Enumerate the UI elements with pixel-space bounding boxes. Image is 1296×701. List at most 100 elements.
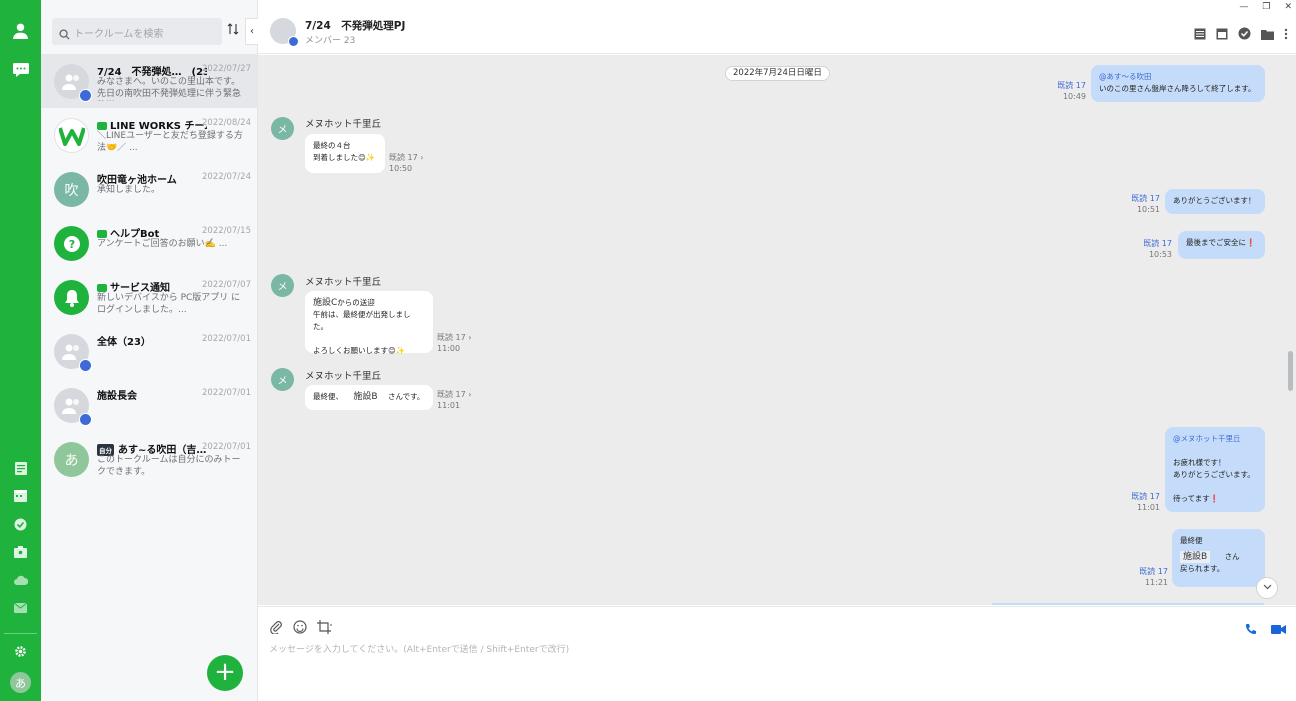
my-message-bubble[interactable] xyxy=(991,603,1265,605)
task-icon[interactable] xyxy=(1238,25,1251,44)
group-badge-icon xyxy=(79,359,92,372)
mail-icon[interactable] xyxy=(0,600,41,616)
member-count[interactable]: メンバー 23 xyxy=(305,33,355,46)
sort-icon[interactable] xyxy=(227,23,239,38)
chat-header: 7/24 不発弾処理PJ メンバー 23 — ❐ ✕ xyxy=(258,0,1296,54)
person-icon[interactable] xyxy=(0,20,41,40)
read-receipt[interactable]: 既読 17 xyxy=(1130,566,1168,577)
header-toolbar xyxy=(1194,25,1288,44)
room-item[interactable]: 7/24 不発弾処… (23) 2022/07/27 みなさまへ。いのこの里山本… xyxy=(41,54,257,108)
sender-avatar[interactable]: メ xyxy=(271,117,294,140)
room-date: 2022/07/01 xyxy=(202,442,251,452)
my-avatar[interactable]: あ xyxy=(10,672,31,693)
sender-avatar[interactable]: メ xyxy=(271,274,294,297)
mention[interactable]: @あす～る吹田 xyxy=(1099,71,1257,83)
room-search-input[interactable]: トークルームを検索 xyxy=(52,18,222,45)
message-meta: 既読 17 › 11:01 xyxy=(437,389,471,411)
read-receipt[interactable]: 既読 17 xyxy=(1134,238,1172,249)
drive-icon[interactable] xyxy=(0,572,41,588)
restore-icon[interactable]: ❐ xyxy=(1262,2,1270,12)
chat-title[interactable]: 7/24 不発弾処理PJ xyxy=(305,18,405,33)
read-receipt[interactable]: 既読 17 › xyxy=(437,332,471,343)
message-bubble[interactable]: 施設Cからの送迎 午前は、最終便が出発しました。 よろしくお願いします😊✨ xyxy=(305,291,433,355)
message-meta: 既読 17 11:21 xyxy=(1130,566,1168,588)
room-preview: このトークルームは自分にのみトークできます。 xyxy=(97,455,241,477)
search-icon xyxy=(59,25,70,44)
my-message-bubble[interactable]: @メヌホット千里丘 お疲れ様です！ ありがとうございます。 待ってます❗ xyxy=(1165,427,1265,512)
phone-icon[interactable] xyxy=(1245,620,1257,639)
message-time: 11:01 xyxy=(1136,503,1160,512)
my-message-bubble[interactable]: @あす～る吹田 いのこの里さん盤岸さん降ろして終了します。 xyxy=(1091,65,1265,102)
bot-icon xyxy=(97,122,107,130)
message-bubble[interactable]: 最終の４台 到着しました😊✨ xyxy=(305,134,385,173)
sender-avatar[interactable]: メ xyxy=(271,368,294,391)
my-message-bubble[interactable]: ありがとうございます！ xyxy=(1165,189,1265,214)
collapse-panel-button[interactable]: ‹ xyxy=(245,18,258,45)
contacts-icon[interactable] xyxy=(0,544,41,560)
read-receipt[interactable]: 既読 17 xyxy=(1122,491,1160,502)
minimize-icon[interactable]: — xyxy=(1239,2,1248,12)
room-date: 2022/07/27 xyxy=(202,64,251,74)
message-text: さん xyxy=(1224,552,1240,561)
note-icon[interactable] xyxy=(1194,25,1206,44)
crop-capture-icon[interactable] xyxy=(317,619,333,638)
message-time: 11:01 xyxy=(437,401,461,410)
rail-divider xyxy=(4,633,37,634)
room-avatar: 吹 xyxy=(54,172,89,207)
search-placeholder: トークルームを検索 xyxy=(74,29,164,40)
room-item[interactable]: あ 自分 あす~る吹田（吉… 2022/07/01 このトークルームは自分にのみト… xyxy=(41,432,257,486)
notes-icon[interactable] xyxy=(0,460,41,476)
new-chat-button[interactable]: + xyxy=(207,655,243,691)
room-item[interactable]: サービス通知 2022/07/07 新しいデバイスから PC版アプリ にログイン… xyxy=(41,270,257,324)
read-receipt[interactable]: 既読 17 › xyxy=(437,389,471,400)
room-item[interactable]: 吹 吹田竜ヶ池ホーム 2022/07/24 承知しました。 xyxy=(41,162,257,216)
group-avatar xyxy=(270,18,299,47)
emoji-icon[interactable] xyxy=(293,619,307,638)
group-avatar xyxy=(54,64,92,102)
mention[interactable]: @メヌホット千里丘 xyxy=(1173,433,1257,445)
message-meta: 既読 17 10:53 xyxy=(1134,238,1172,260)
folder-icon[interactable] xyxy=(1261,25,1274,44)
sender-name: メヌホット千里丘 xyxy=(305,371,382,382)
my-message-bubble[interactable]: 最終便 施設B さん 戻られます。 xyxy=(1172,529,1265,587)
chat-icon[interactable] xyxy=(0,60,41,80)
room-date: 2022/07/15 xyxy=(202,226,251,236)
window-controls: — ❐ ✕ xyxy=(1239,2,1292,12)
scroll-down-button[interactable] xyxy=(1256,577,1278,599)
message-area[interactable]: 2022年7月24日日曜日 既読 17 10:49 @あす～る吹田 いのこの里さ… xyxy=(258,55,1296,605)
calendar-icon[interactable] xyxy=(0,488,41,504)
app-rail: あ xyxy=(0,0,41,701)
read-receipt[interactable]: 既読 17 xyxy=(1048,80,1086,91)
scrollbar-thumb[interactable] xyxy=(1288,351,1293,391)
room-item[interactable]: 施設長会 2022/07/01 xyxy=(41,378,257,432)
line-works-logo-icon xyxy=(54,118,89,153)
video-icon[interactable] xyxy=(1271,620,1286,639)
message-text: ありがとうございます。 xyxy=(1173,470,1255,479)
message-text: 戻られます。 xyxy=(1180,564,1225,573)
message-meta: 既読 17 › 11:00 xyxy=(437,332,471,354)
task-icon[interactable] xyxy=(0,516,41,532)
room-item[interactable]: ? ヘルプBot 2022/07/15 アンケートご回答のお願い✍️ ... xyxy=(41,216,257,270)
message-text: いのこの里さん盤岸さん降ろして終了します。 xyxy=(1099,84,1256,93)
read-receipt[interactable]: 既読 17 › xyxy=(389,152,423,163)
composer-toolbar xyxy=(270,619,333,638)
room-item[interactable]: 全体（23） 2022/07/01 xyxy=(41,324,257,378)
calendar-icon[interactable] xyxy=(1216,25,1228,44)
room-preview: 承知しました。 xyxy=(97,185,161,195)
room-item[interactable]: LINE WORKS チーム 2022/08/24 ＼LINEユーザーと友だち登… xyxy=(41,108,257,162)
attach-icon[interactable] xyxy=(270,619,283,638)
help-bot-icon: ? xyxy=(54,226,89,261)
message-text: 到着しました😊✨ xyxy=(313,153,376,162)
message-input[interactable]: メッセージを入力してください。(Alt+Enterで送信 / Shift+Ent… xyxy=(269,642,569,655)
settings-icon[interactable] xyxy=(0,642,41,660)
sender-name: メヌホット千里丘 xyxy=(305,119,382,130)
close-icon[interactable]: ✕ xyxy=(1284,2,1292,12)
room-date: 2022/07/24 xyxy=(202,172,251,182)
message-bubble[interactable]: 最終便、 施設B さんです。 xyxy=(305,385,433,410)
read-receipt[interactable]: 既読 17 xyxy=(1122,193,1160,204)
group-badge-icon xyxy=(79,413,92,426)
my-message-bubble[interactable]: 最後までご安全に❗ xyxy=(1178,231,1265,259)
more-icon[interactable] xyxy=(1284,25,1288,44)
message-text: よろしくお願いします😊✨ xyxy=(313,346,406,355)
facility-name: 施設C xyxy=(313,298,338,308)
